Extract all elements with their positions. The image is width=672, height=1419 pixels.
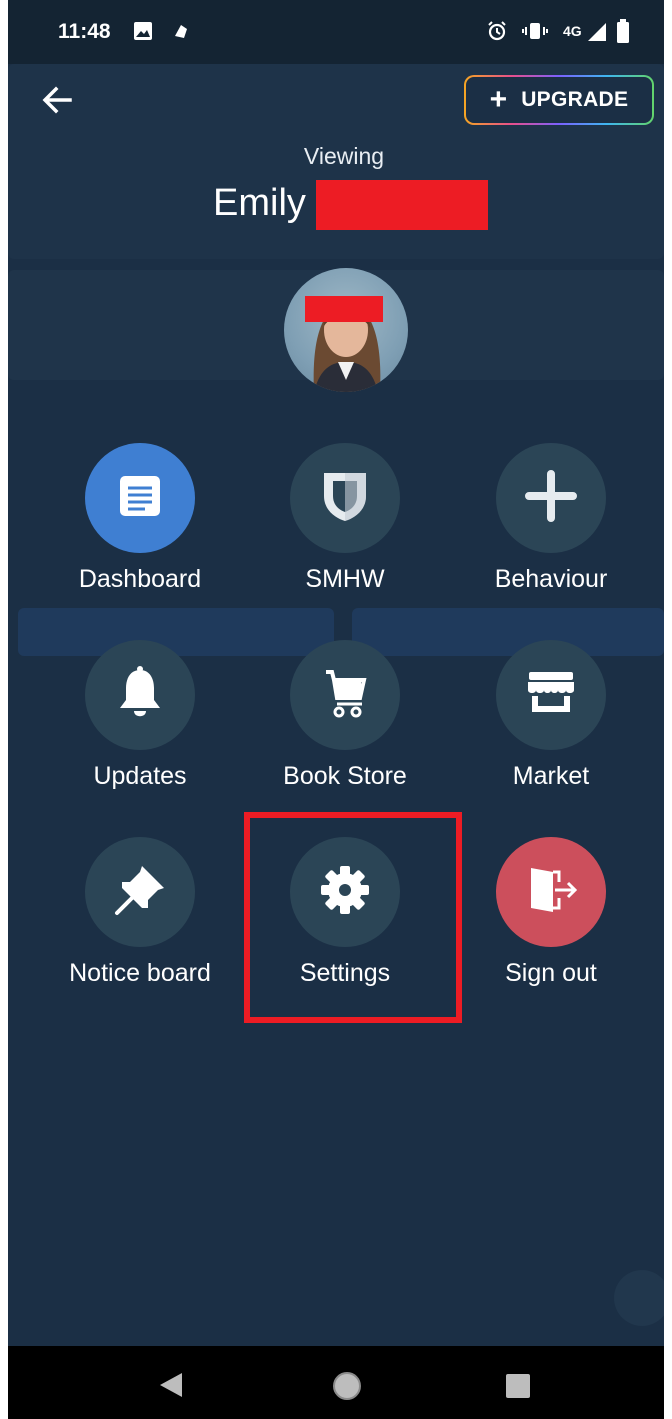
- arrow-left-icon: [38, 86, 78, 124]
- pin-icon: [112, 862, 168, 923]
- cart-icon: [320, 666, 370, 725]
- menu-item-updates-circle: [85, 640, 195, 750]
- plus-icon: [524, 469, 578, 528]
- menu-item-smhw-circle: [290, 443, 400, 553]
- recents-square-icon[interactable]: [505, 1373, 531, 1404]
- back-button[interactable]: [38, 80, 78, 120]
- menu-item-updates[interactable]: Updates: [60, 640, 220, 820]
- menu-item-dashboard-circle: [85, 443, 195, 553]
- menu-item-behaviour-circle: [496, 443, 606, 553]
- back-triangle-icon[interactable]: [158, 1372, 184, 1403]
- menu-item-book-store-circle: [290, 640, 400, 750]
- menu-item-label: Behaviour: [494, 565, 608, 593]
- viewing-label: Viewing: [303, 143, 385, 169]
- student-name: Emily: [213, 182, 306, 224]
- menu-item-smhw[interactable]: SMHW: [265, 443, 425, 623]
- menu-item-market[interactable]: Market: [471, 640, 631, 820]
- menu-item-label: Market: [512, 762, 590, 790]
- menu-item-market-circle: [496, 640, 606, 750]
- avatar[interactable]: [284, 268, 408, 392]
- menu-item-label: Sign out: [505, 959, 597, 987]
- plus-icon: +: [489, 83, 508, 116]
- shield-icon: [319, 468, 371, 529]
- avatar-redaction: [305, 296, 383, 322]
- background-ghost-fab: [614, 1270, 664, 1326]
- menu-item-label: Book Store: [283, 762, 407, 790]
- signal-icon: [586, 22, 608, 47]
- upgrade-button[interactable]: + UPGRADE: [464, 75, 654, 125]
- gear-icon: [318, 863, 372, 922]
- menu-item-behaviour[interactable]: Behaviour: [471, 443, 631, 623]
- vibrate-icon: [522, 20, 548, 47]
- upgrade-label: UPGRADE: [521, 88, 629, 111]
- menu-item-settings[interactable]: Settings: [265, 837, 425, 1017]
- menu-item-label: Notice board: [69, 959, 211, 987]
- navigation-bar: [8, 1346, 664, 1419]
- menu-item-label: Updates: [93, 762, 187, 790]
- name-redaction: [316, 180, 488, 230]
- menu-item-sign-out[interactable]: Sign out: [471, 837, 631, 1017]
- status-time: 11:48: [58, 20, 111, 43]
- bell-icon: [115, 665, 165, 725]
- document-icon: [115, 471, 165, 526]
- network-type: 4G: [563, 23, 582, 39]
- storefront-icon: [524, 668, 578, 723]
- alarm-icon: [486, 20, 508, 47]
- menu-item-dashboard[interactable]: Dashboard: [60, 443, 220, 623]
- menu-item-book-store[interactable]: Book Store: [265, 640, 425, 820]
- app-screen: 11:48 4G + UPGRADE Viewing Emily Dashboa…: [8, 0, 664, 1419]
- battery-icon: [616, 19, 630, 48]
- menu-item-label: Dashboard: [78, 565, 202, 593]
- menu-item-settings-circle: [290, 837, 400, 947]
- upgrade-button-inner: + UPGRADE: [466, 77, 652, 123]
- status-bar: 11:48 4G: [8, 0, 664, 64]
- menu-item-label: SMHW: [305, 565, 385, 593]
- image-icon: [132, 20, 154, 47]
- menu-item-notice-board-circle: [85, 837, 195, 947]
- home-circle-icon[interactable]: [331, 1370, 363, 1407]
- menu-item-notice-board[interactable]: Notice board: [60, 837, 220, 1017]
- menu-item-sign-out-circle: [496, 837, 606, 947]
- exit-door-icon: [523, 862, 579, 923]
- app-notification-icon: [171, 20, 191, 47]
- menu-item-label: Settings: [299, 959, 391, 987]
